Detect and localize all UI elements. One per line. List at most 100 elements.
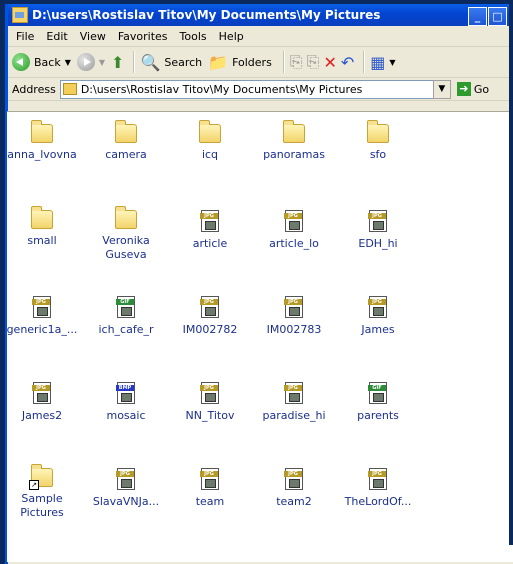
jpg-file-icon: JPG: [200, 382, 219, 404]
bmp-file-icon: BMP: [116, 382, 135, 404]
file-item[interactable]: JPG SlavaVNJa...: [86, 468, 166, 509]
jpg-file-icon: JPG: [284, 468, 303, 490]
file-label: generic1a_...: [6, 323, 78, 336]
menu-favorites[interactable]: Favorites: [118, 30, 168, 43]
minimize-button[interactable]: _: [468, 7, 487, 26]
go-arrow-icon: ➜: [456, 82, 471, 96]
address-dropdown-icon[interactable]: ▼: [432, 79, 451, 99]
file-label: icq: [201, 148, 219, 161]
search-button[interactable]: 🔍 Search: [140, 53, 202, 72]
jpg-file-icon: JPG: [200, 296, 219, 318]
file-item[interactable]: anna_lvovna: [2, 120, 82, 162]
toolbar: Back ▼ ▼ ⬆ 🔍 Search 📁 Folders ⎘ ⎘ ✕ ↶ ▦ …: [8, 47, 513, 78]
jpg-file-icon: JPG: [284, 296, 303, 318]
back-label: Back: [34, 55, 61, 69]
jpg-file-icon: JPG: [32, 296, 51, 318]
folder-icon: [115, 120, 137, 143]
file-label: panoramas: [263, 148, 325, 161]
forward-arrow-icon: [76, 53, 95, 71]
folder-icon: [367, 120, 389, 143]
folders-button[interactable]: 📁 Folders: [208, 53, 272, 72]
file-label: James2: [21, 409, 63, 422]
folder-shortcut-icon: ↗: [29, 464, 53, 490]
file-item[interactable]: small: [2, 206, 82, 248]
file-item[interactable]: JPG James: [338, 296, 418, 337]
jpg-file-icon: JPG: [368, 296, 387, 318]
file-label: team2: [276, 495, 312, 508]
address-input[interactable]: D:\users\Rostislav Titov\My Documents\My…: [59, 79, 434, 99]
file-item[interactable]: ↗ Sample Pictures: [2, 464, 82, 520]
picture-thumbnail-icon: [205, 307, 216, 316]
file-label: mosaic: [106, 409, 146, 422]
file-item[interactable]: JPG IM002782: [170, 296, 250, 337]
file-item[interactable]: JPG James2: [2, 382, 82, 423]
move-to-icon[interactable]: ⎘: [290, 52, 303, 72]
back-button[interactable]: Back ▼: [12, 53, 71, 71]
file-item[interactable]: JPG team: [170, 468, 250, 509]
delete-icon[interactable]: ✕: [323, 53, 336, 72]
file-item[interactable]: GIF parents: [338, 382, 418, 423]
file-label: sfo: [369, 148, 387, 161]
file-item[interactable]: Veronika Guseva: [86, 206, 166, 262]
file-label: SlavaVNJa...: [92, 495, 160, 508]
picture-thumbnail-icon: [121, 393, 132, 402]
maximize-button[interactable]: □: [488, 7, 507, 26]
file-item[interactable]: BMP mosaic: [86, 382, 166, 423]
folder-icon: [115, 206, 137, 229]
title-bar[interactable]: D:\users\Rostislav Titov\My Documents\My…: [8, 4, 513, 26]
menu-view[interactable]: View: [80, 30, 106, 43]
file-item[interactable]: JPG generic1a_...: [2, 296, 82, 337]
menu-bar: File Edit View Favorites Tools Help: [8, 26, 513, 47]
jpg-file-icon: JPG: [284, 382, 303, 404]
file-item[interactable]: GIF ich_cafe_r: [86, 296, 166, 337]
jpg-file-icon: JPG: [200, 468, 219, 490]
back-dropdown-icon: ▼: [64, 57, 71, 67]
file-label: team: [195, 495, 225, 508]
address-value: D:\users\Rostislav Titov\My Documents\My…: [80, 82, 363, 96]
file-item[interactable]: JPG article_lo: [254, 210, 334, 251]
file-item[interactable]: JPG article: [170, 210, 250, 251]
address-bar: Address D:\users\Rostislav Titov\My Docu…: [8, 78, 513, 101]
file-item[interactable]: JPG paradise_hi: [254, 382, 334, 423]
views-icon[interactable]: ▦: [370, 53, 385, 72]
file-label: camera: [105, 148, 147, 161]
picture-thumbnail-icon: [289, 479, 300, 488]
address-label: Address: [12, 82, 56, 96]
jpg-file-icon: JPG: [368, 468, 387, 490]
picture-thumbnail-icon: [121, 307, 132, 316]
forward-button[interactable]: ▼: [76, 53, 105, 71]
toolbar-separator: [282, 51, 285, 73]
picture-thumbnail-icon: [121, 479, 132, 488]
file-item[interactable]: JPG IM002783: [254, 296, 334, 337]
undo-icon[interactable]: ↶: [341, 53, 354, 72]
file-list[interactable]: anna_lvovna camera icq panoramas sfo small Ver…: [7, 111, 513, 562]
file-item[interactable]: JPG EDH_hi: [338, 210, 418, 251]
folder-icon: [283, 120, 305, 143]
file-label: TheLordOf...: [344, 495, 412, 508]
file-item[interactable]: JPG NN_Titov: [170, 382, 250, 423]
up-folder-icon[interactable]: ⬆: [111, 53, 124, 72]
file-item[interactable]: JPG team2: [254, 468, 334, 509]
folder-icon: [31, 206, 53, 229]
go-button[interactable]: ➜ Go: [456, 82, 490, 96]
search-label: Search: [164, 55, 203, 69]
copy-to-icon[interactable]: ⎘: [307, 52, 320, 72]
file-item[interactable]: JPG TheLordOf...: [338, 468, 418, 509]
menu-help[interactable]: Help: [219, 30, 244, 43]
go-label: Go: [473, 82, 490, 96]
menu-tools[interactable]: Tools: [180, 30, 207, 43]
file-type-tag: JPG: [200, 299, 218, 305]
file-item[interactable]: icq: [170, 120, 250, 162]
file-type-tag: JPG: [284, 385, 302, 391]
file-item[interactable]: camera: [86, 120, 166, 162]
views-dropdown-icon[interactable]: ▼: [389, 58, 395, 67]
file-type-tag: JPG: [284, 213, 302, 219]
file-type-tag: GIF: [368, 385, 386, 391]
file-label: James: [361, 323, 395, 336]
gif-file-icon: GIF: [116, 296, 135, 318]
jpg-file-icon: JPG: [368, 210, 387, 232]
file-item[interactable]: sfo: [338, 120, 418, 162]
menu-edit[interactable]: Edit: [46, 30, 67, 43]
file-item[interactable]: panoramas: [254, 120, 334, 162]
menu-file[interactable]: File: [16, 30, 34, 43]
